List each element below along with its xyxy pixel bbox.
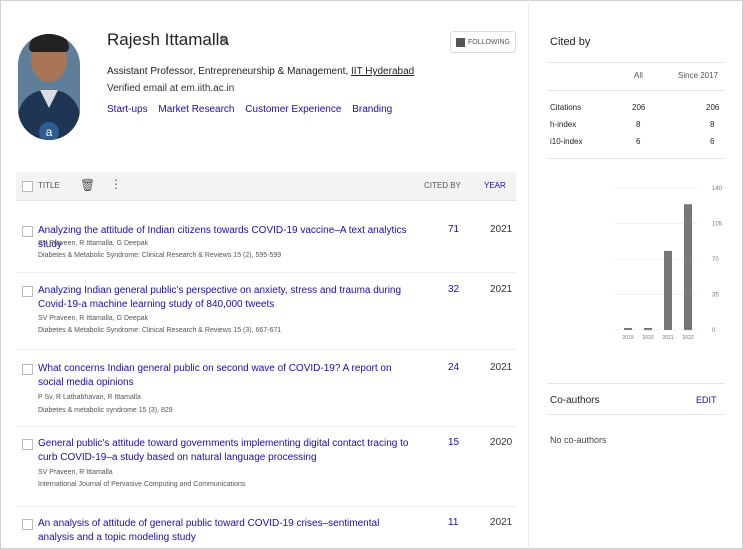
chart-y-tick-label: 70 [712, 257, 719, 263]
article-cited-count[interactable]: 32 [448, 284, 459, 295]
no-coauthors-text: No co-authors [550, 435, 607, 445]
article-title[interactable]: General public's attitude toward governm… [38, 437, 418, 465]
article-year: 2021 [490, 362, 513, 373]
articles-table-header: TITLE 🗑 ⋮ CITED BY YEAR [16, 172, 516, 201]
chart-bar[interactable] [644, 327, 652, 330]
chart-y-tick-label: 140 [712, 186, 723, 192]
cited-by-divider [548, 62, 724, 63]
profile-name: Rajesh Ittamalla [107, 30, 229, 49]
stat-all: 206 [632, 103, 646, 112]
stats-col-since: Since 2017 [678, 71, 719, 80]
article-checkbox[interactable] [22, 364, 33, 375]
delete-icon[interactable]: 🗑 [80, 178, 95, 192]
chart-x-tick-label: 2019 [622, 335, 633, 341]
row-divider [16, 272, 516, 273]
interest-link[interactable]: Branding [352, 104, 392, 115]
article-checkbox[interactable] [22, 519, 33, 530]
sort-by-title[interactable]: TITLE [38, 181, 60, 190]
chart-bar[interactable] [664, 250, 672, 330]
article-year: 2021 [490, 224, 513, 235]
article-authors: SV Praveen, R Ittamalla, G Deepak [38, 240, 149, 247]
sort-by-cited[interactable]: CITED BY [424, 181, 461, 190]
research-interests: Start-ups Market Research Customer Exper… [107, 104, 400, 115]
stat-label: i10-index [550, 137, 583, 146]
verified-email: Verified email at em.iith.ac.in [107, 83, 235, 94]
article-authors: P Sv, R Lathabhavan, R Ittamalla [38, 394, 141, 401]
avatar-photo: a [18, 34, 80, 140]
article-authors: SV Praveen, R Ittamalla [38, 469, 113, 476]
citations-chart: 0 35 70 105 140 2019 2020 2021 2022 [614, 186, 723, 341]
sort-by-year[interactable]: YEAR [484, 181, 506, 190]
profile-avatar[interactable]: a [18, 28, 80, 140]
article-cited-count[interactable]: 11 [448, 517, 458, 528]
edit-pencil-icon[interactable]: ✎ [219, 33, 230, 49]
stats-col-all: All [634, 71, 643, 80]
more-vert-icon[interactable]: ⋮ [110, 177, 122, 191]
chart-y-tick-label: 35 [712, 293, 719, 299]
coauthors-title: Co-authors [550, 395, 600, 406]
article-venue: Diabetes & Metabolic Syndrome: Clinical … [38, 327, 282, 334]
article-year: 2021 [490, 517, 513, 528]
stats-bottom-divider [548, 158, 724, 159]
row-divider [16, 426, 516, 427]
column-divider [528, 0, 529, 549]
article-cited-count[interactable]: 15 [448, 437, 459, 448]
chart-x-tick-label: 2021 [662, 335, 673, 341]
affiliation-link[interactable]: IIT Hyderabad [351, 66, 414, 77]
article-authors: SV Praveen, R Ittamalla, G Deepak [38, 315, 149, 322]
follow-icon [455, 37, 465, 47]
stat-all: 8 [636, 120, 641, 129]
stat-label: Citations [550, 103, 582, 112]
stat-since: 6 [710, 137, 715, 146]
affiliation-text: Assistant Professor, Entrepreneurship & … [107, 66, 352, 77]
article-checkbox[interactable] [22, 439, 33, 450]
chart-x-tick-label: 2022 [682, 335, 693, 341]
stat-since: 8 [710, 120, 715, 129]
article-checkbox[interactable] [22, 226, 33, 237]
stats-header-divider [548, 90, 724, 91]
stat-label: h-index [550, 120, 577, 129]
row-divider [16, 349, 516, 350]
article-title[interactable]: Analyzing the attitude of Indian citizen… [38, 224, 418, 252]
stat-since: 206 [706, 103, 720, 112]
follow-button[interactable]: FOLLOWING [450, 31, 516, 53]
interest-link[interactable]: Market Research [158, 104, 234, 115]
article-title[interactable]: Analyzing Indian general public's perspe… [38, 284, 418, 312]
article-title[interactable]: An analysis of attitude of general publi… [38, 517, 418, 545]
article-title[interactable]: What concerns Indian general public on s… [38, 362, 418, 390]
article-cited-count[interactable]: 24 [448, 362, 459, 373]
row-divider [16, 506, 516, 507]
interest-link[interactable]: Customer Experience [245, 104, 341, 115]
cited-by-title: Cited by [550, 36, 591, 48]
chart-y-tick-label: 0 [712, 328, 716, 334]
article-venue: Diabetes & metabolic syndrome 15 (3), 82… [38, 407, 173, 414]
edit-coauthors-button[interactable]: EDIT [696, 395, 717, 405]
avatar-hair [29, 34, 69, 52]
coauthors-top-divider [548, 383, 724, 384]
article-venue: Diabetes & Metabolic Syndrome: Clinical … [38, 252, 282, 259]
interest-link[interactable]: Start-ups [107, 104, 148, 115]
avatar-badge-icon: a [39, 122, 59, 140]
select-all-checkbox[interactable] [22, 181, 33, 192]
follow-label: FOLLOWING [467, 38, 510, 46]
chart-y-tick-label: 105 [712, 222, 723, 228]
stat-all: 6 [636, 137, 641, 146]
chart-x-tick-label: 2020 [642, 335, 653, 341]
article-cited-count[interactable]: 71 [448, 224, 459, 235]
chart-bar[interactable] [624, 327, 632, 330]
article-checkbox[interactable] [22, 286, 33, 297]
article-year: 2020 [490, 437, 513, 448]
chart-bar[interactable] [684, 204, 692, 330]
coauthors-divider [548, 414, 724, 415]
profile-affiliation: Assistant Professor, Entrepreneurship & … [107, 66, 414, 77]
article-year: 2021 [490, 284, 513, 295]
article-venue: International Journal of Pervasive Compu… [38, 481, 246, 488]
